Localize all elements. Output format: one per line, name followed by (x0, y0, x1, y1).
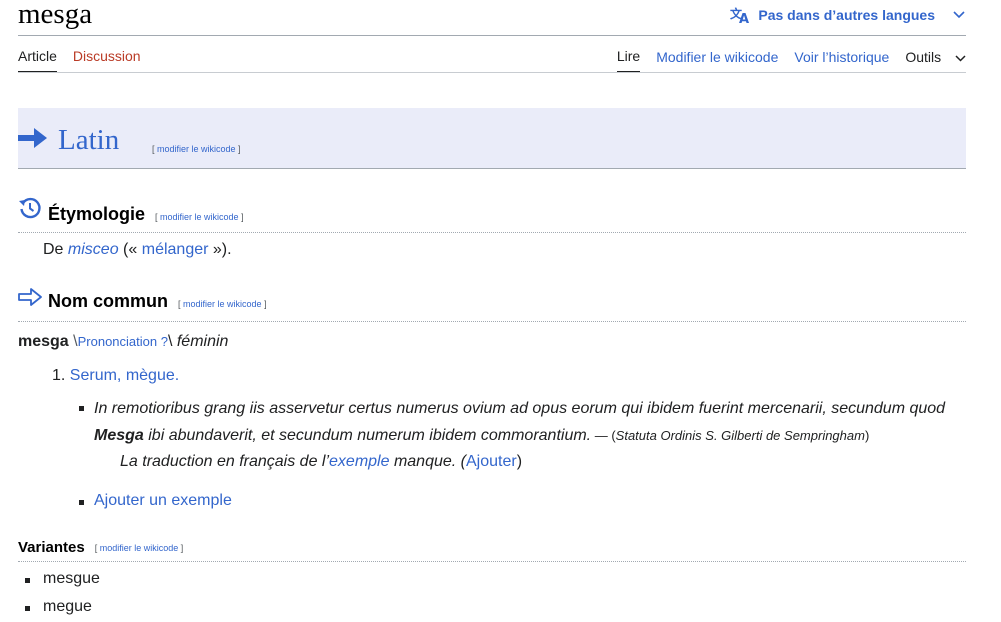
tab-article[interactable]: Article (18, 48, 57, 73)
edit-link[interactable]: modifier le wikicode (157, 144, 236, 154)
definition-number: 1. (52, 367, 66, 384)
arrow-right-icon (18, 126, 48, 155)
example-source: Statuta Ordinis S. Gilberti de Sempringh… (615, 428, 865, 443)
etymology-title: Étymologie (48, 204, 146, 224)
edit-link[interactable]: modifier le wikicode (160, 212, 239, 222)
tab-discussion[interactable]: Discussion (73, 48, 141, 73)
example-quote: In remotioribus grang iis asservetur cer… (94, 395, 964, 449)
etymon-link[interactable]: misceo (68, 241, 119, 258)
quote-open: (« (123, 241, 138, 258)
bullet (25, 578, 30, 583)
languages-button[interactable]: 文 A Pas dans d’autres langues (730, 6, 965, 24)
edit-link[interactable]: modifier le wikicode (183, 299, 262, 309)
variant-link[interactable]: megue (43, 598, 92, 616)
translation-close: ) (516, 453, 523, 470)
bullet (79, 500, 84, 505)
definition-item: 1. Serum, mègue. (52, 367, 179, 385)
language-header: Latin [ modifier le wikicode ] (18, 108, 966, 169)
example-link[interactable]: exemple (329, 453, 389, 470)
headword: mesga (18, 333, 69, 350)
section-divider (18, 561, 966, 562)
languages-label: Pas dans d’autres langues (758, 7, 935, 23)
chevron-down-icon (955, 49, 966, 65)
view-tabs: Lire Modifier le wikicode Voir l’histori… (616, 48, 966, 73)
bullet (25, 606, 30, 611)
chevron-down-icon (953, 11, 965, 19)
tabs-divider (18, 72, 966, 73)
page-title: mesga (18, 0, 93, 30)
pron-close: \ (167, 333, 173, 350)
edit-section-etymology: [ modifier le wikicode ] (155, 212, 244, 222)
variant-link[interactable]: mesgue (43, 570, 100, 588)
add-translation-link[interactable]: Ajouter (466, 453, 517, 470)
history-icon (18, 196, 42, 225)
gloss-link[interactable]: mélanger (142, 241, 209, 258)
pronunciation-link[interactable]: Prononciation ? (78, 334, 168, 349)
example-text-cont: ibi abundaverit, et secundum numerum ibi… (143, 427, 592, 444)
definition-link[interactable]: Serum, mègue. (70, 367, 179, 384)
gender: féminin (176, 333, 229, 350)
variants-title: Variantes (18, 539, 85, 556)
source-dash: — ( (591, 428, 616, 443)
edit-section-latin: [ modifier le wikicode ] (152, 144, 241, 154)
svg-text:A: A (739, 12, 749, 24)
tab-edit[interactable]: Modifier le wikicode (656, 49, 778, 72)
add-example-link[interactable]: Ajouter un exemple (94, 492, 232, 510)
edit-section-noun: [ modifier le wikicode ] (178, 299, 267, 309)
variants-heading: Variantes [ modifier le wikicode ] (18, 539, 966, 556)
edit-link[interactable]: modifier le wikicode (100, 543, 179, 553)
quote-close: »). (212, 241, 232, 258)
outline-arrow-icon (18, 287, 42, 312)
edit-section-variants: [ modifier le wikicode ] (94, 543, 184, 553)
example-text: In remotioribus grang iis asservetur cer… (94, 400, 946, 417)
namespace-tabs: Article Discussion (18, 48, 141, 73)
language-name[interactable]: Latin (58, 124, 119, 157)
tools-menu[interactable]: Outils (905, 49, 966, 72)
translate-icon: 文 A (730, 6, 752, 24)
tab-history[interactable]: Voir l’historique (794, 49, 889, 72)
headword-line: mesga \Prononciation ?\ féminin (18, 333, 228, 351)
etymology-heading: Étymologie [ modifier le wikicode ] (18, 196, 966, 225)
etymology-text: De misceo (« mélanger »). (43, 241, 232, 259)
tools-label: Outils (905, 49, 942, 65)
section-divider (18, 321, 966, 322)
title-divider (18, 35, 966, 36)
translation-line: La traduction en français de l’exemple m… (120, 453, 522, 471)
translation-prefix: La traduction en français de l’ (120, 453, 330, 470)
source-close: ) (864, 428, 870, 443)
noun-heading: Nom commun [ modifier le wikicode ] (18, 287, 966, 312)
example-headword: Mesga (94, 427, 144, 444)
bullet (79, 406, 84, 411)
section-divider (18, 232, 966, 233)
tab-read[interactable]: Lire (616, 48, 641, 73)
noun-title: Nom commun (48, 291, 169, 311)
etymology-prefix: De (43, 241, 64, 258)
translation-suffix: manque. ( (389, 453, 466, 470)
